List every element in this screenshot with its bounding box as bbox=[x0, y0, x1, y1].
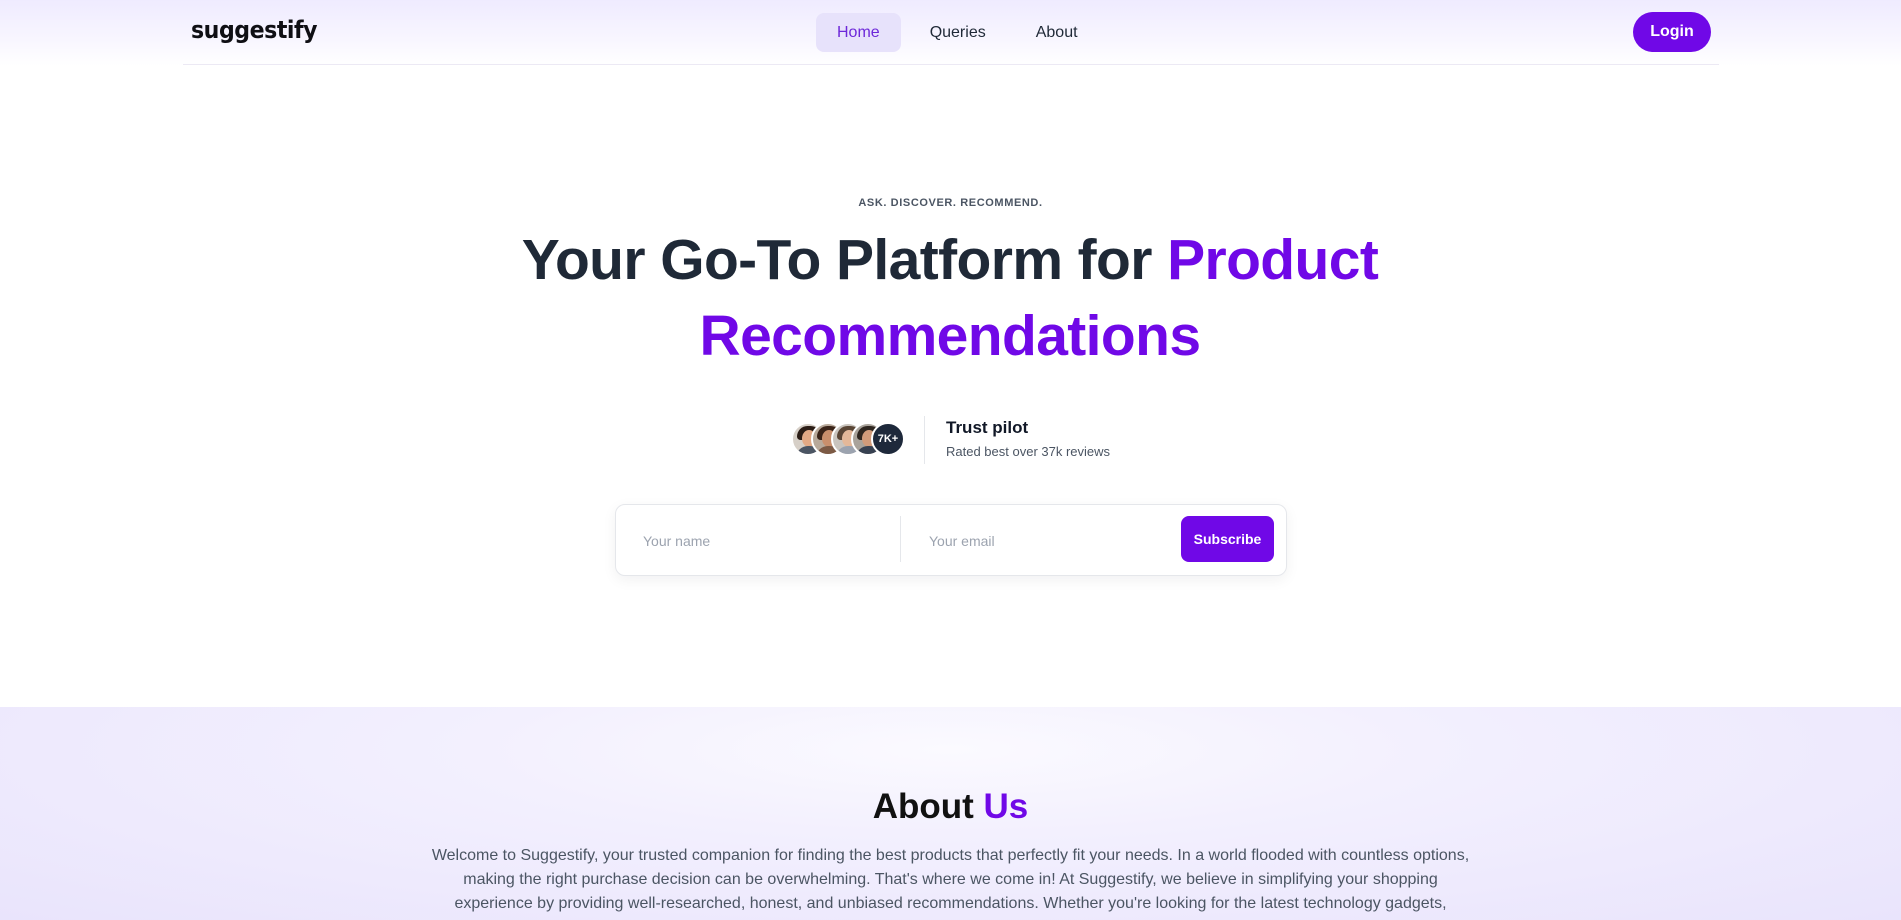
main-nav: Home Queries About bbox=[816, 13, 1099, 52]
trust-divider bbox=[924, 416, 925, 464]
avatar-group: 7K+ bbox=[791, 422, 907, 456]
about-title: About Us bbox=[0, 787, 1901, 827]
hero-title-main: Your Go-To Platform for bbox=[521, 228, 1168, 292]
hero-eyebrow: ASK. DISCOVER. RECOMMEND. bbox=[858, 197, 1043, 209]
trust-title: Trust pilot bbox=[946, 418, 1029, 437]
about-title-main: About bbox=[872, 787, 984, 826]
name-input[interactable] bbox=[643, 518, 893, 564]
nav-item-queries[interactable]: Queries bbox=[909, 13, 1007, 52]
trust-block: 7K+ Trust pilot Rated best over 37k revi… bbox=[791, 416, 1131, 464]
hero-title: Your Go-To Platform for Product Recommen… bbox=[450, 222, 1450, 374]
top-navbar: suggestify Home Queries About Login bbox=[0, 0, 1901, 66]
email-input[interactable] bbox=[929, 518, 1179, 564]
reviewer-count-badge: 7K+ bbox=[871, 422, 905, 456]
about-section: About Us Welcome to Suggestify, your tru… bbox=[0, 707, 1901, 920]
form-divider bbox=[900, 516, 901, 562]
about-text: Welcome to Suggestify, your trusted comp… bbox=[431, 847, 1470, 920]
trust-subtitle: Rated best over 37k reviews bbox=[946, 444, 1111, 459]
subscribe-form: Subscribe bbox=[615, 504, 1287, 576]
navbar-container: suggestify Home Queries About Login bbox=[183, 0, 1719, 65]
nav-item-home[interactable]: Home bbox=[816, 13, 901, 52]
login-button[interactable]: Login bbox=[1633, 12, 1711, 52]
brand-logo[interactable]: suggestify bbox=[191, 16, 318, 44]
subscribe-button[interactable]: Subscribe bbox=[1181, 516, 1274, 562]
nav-item-about[interactable]: About bbox=[1015, 13, 1099, 52]
about-title-accent: Us bbox=[983, 787, 1029, 826]
